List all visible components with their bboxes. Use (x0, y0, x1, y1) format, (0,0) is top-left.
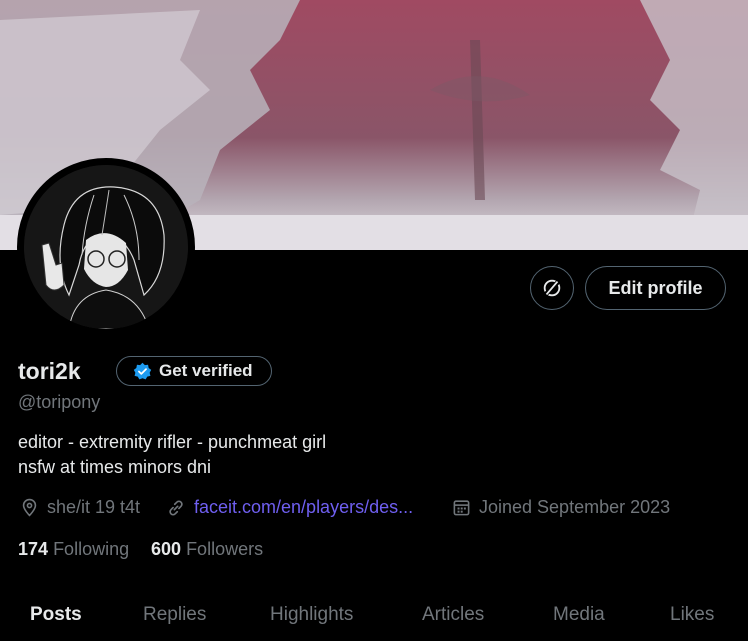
profile-website[interactable]: faceit.com/en/players/des... (166, 497, 413, 518)
followers-label: Followers (186, 539, 264, 559)
following-count: 174 (18, 539, 49, 559)
followers-count: 600 (151, 539, 182, 559)
joined-text: Joined September 2023 (479, 497, 671, 517)
profile-joined: Joined September 2023 (452, 497, 670, 518)
tab-replies[interactable]: Replies (143, 604, 206, 626)
location-icon (22, 498, 37, 517)
tab-likes[interactable]: Likes (670, 604, 714, 626)
tab-articles[interactable]: Articles (422, 604, 484, 626)
location-text: she/it 19 t4t (47, 497, 141, 517)
tab-media[interactable]: Media (553, 604, 605, 626)
bio-line: editor - extremity rifler - punchmeat gi… (18, 432, 327, 452)
tab-posts[interactable]: Posts (30, 604, 82, 626)
user-handle: @toripony (18, 392, 101, 412)
display-name: tori2k (18, 358, 81, 384)
sync-icon (543, 279, 561, 297)
followers-link[interactable]: 600 Followers (151, 539, 263, 560)
verified-badge-icon (133, 362, 152, 379)
get-verified-button[interactable]: Get verified (116, 356, 272, 386)
profile-location: she/it 19 t4t (20, 497, 140, 518)
link-icon (169, 499, 183, 516)
calendar-icon (453, 500, 470, 516)
bio-line: nsfw at times minors dni (18, 457, 212, 477)
profile-avatar[interactable] (17, 158, 195, 336)
following-label: Following (53, 539, 130, 559)
get-verified-label: Get verified (159, 361, 253, 380)
website-link[interactable]: faceit.com/en/players/des... (194, 497, 413, 518)
tab-highlights[interactable]: Highlights (270, 604, 353, 626)
sync-button[interactable] (530, 266, 574, 310)
following-link[interactable]: 174 Following (18, 539, 129, 560)
avatar-image (24, 165, 188, 329)
edit-profile-button[interactable]: Edit profile (585, 266, 726, 310)
profile-bio: editor - extremity rifler - punchmeat gi… (18, 430, 326, 480)
